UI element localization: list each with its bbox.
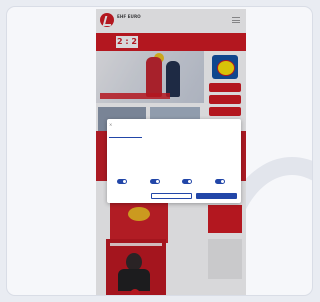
toggle-group [176, 173, 204, 187]
preview-card: EHF EURO 2 : 2 × [6, 6, 313, 296]
toggle-label [209, 173, 237, 177]
allow-selection-button[interactable] [151, 193, 192, 199]
consent-body [111, 145, 237, 161]
toggle-switch[interactable] [117, 179, 127, 184]
toggle-group [144, 173, 172, 187]
tab-about[interactable] [174, 133, 207, 138]
close-icon[interactable]: × [109, 122, 114, 127]
toggle-label [111, 173, 139, 177]
consent-actions [151, 193, 237, 199]
toggle-label [144, 173, 172, 177]
toggle-switch[interactable] [214, 179, 225, 184]
toggle-switch[interactable] [182, 179, 193, 184]
tab-details[interactable] [142, 133, 175, 138]
consent-tabs [109, 133, 239, 138]
toggle-group [111, 173, 139, 187]
consent-toggles [111, 173, 237, 187]
toggle-label [176, 173, 204, 177]
tab-consent[interactable] [109, 133, 142, 138]
toggle-group [209, 173, 237, 187]
tab-more[interactable] [207, 133, 240, 138]
toggle-switch[interactable] [149, 179, 160, 184]
cookie-consent-dialog: × [107, 119, 241, 203]
allow-all-button[interactable] [196, 193, 237, 199]
